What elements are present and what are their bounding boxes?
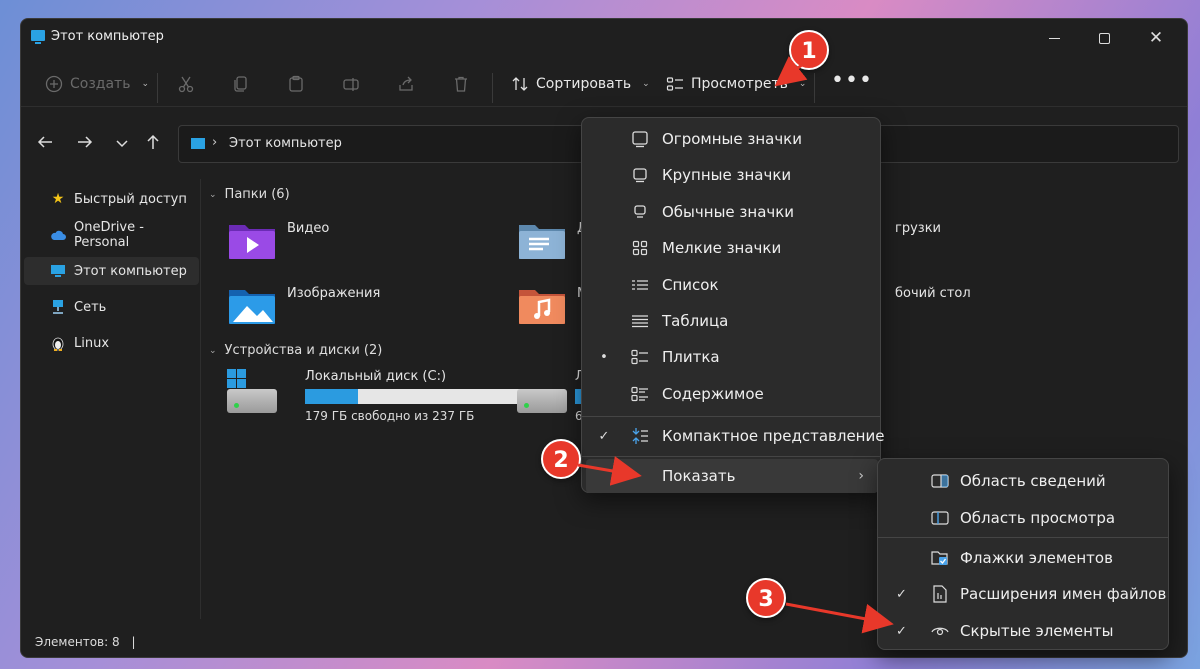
arrow-3 xyxy=(785,602,894,634)
annotation-arrows xyxy=(577,56,894,634)
arrow-1 xyxy=(774,56,808,87)
arrow-2 xyxy=(577,456,642,486)
